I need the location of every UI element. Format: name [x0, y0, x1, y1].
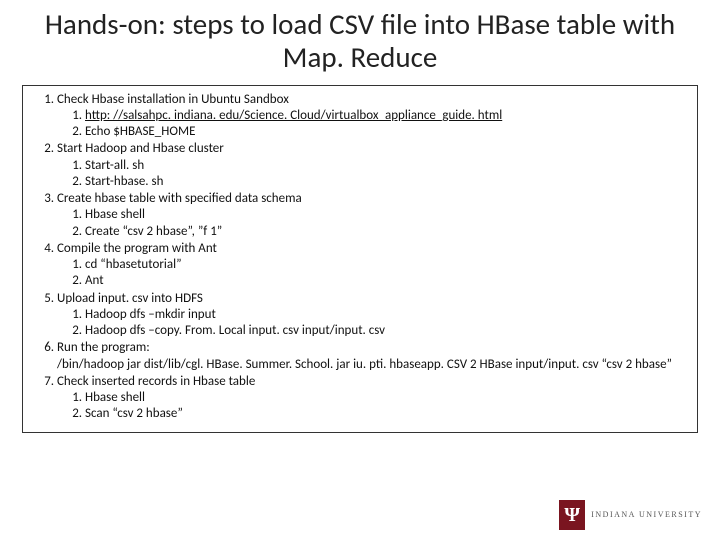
- step-4-sub: cd “hbasetutorial” Ant: [57, 257, 689, 290]
- step-6-cont: /bin/hadoop jar dist/lib/cgl. HBase. Sum…: [57, 357, 672, 372]
- step-1-2: Echo $HBASE_HOME: [85, 124, 689, 140]
- step-1-text: Check Hbase installation in Ubuntu Sandb…: [57, 92, 289, 107]
- steps-list: Check Hbase installation in Ubuntu Sandb…: [31, 92, 689, 423]
- step-1-1: http: //salsahpc. indiana. edu/Science. …: [85, 108, 689, 124]
- university-name: INDIANA UNIVERSITY: [591, 511, 702, 519]
- step-5-2: Hadoop dfs –copy. From. Local input. csv…: [85, 323, 689, 339]
- step-4-2: Ant: [85, 273, 689, 289]
- step-6: Run the program: /bin/hadoop jar dist/li…: [57, 340, 689, 373]
- step-3-1: Hbase shell: [85, 207, 689, 223]
- step-3-text: Create hbase table with specified data s…: [57, 191, 302, 206]
- step-2-2: Start-hbase. sh: [85, 174, 689, 190]
- step-2-text: Start Hadoop and Hbase cluster: [57, 141, 224, 156]
- step-7-1: Hbase shell: [85, 390, 689, 406]
- step-3: Create hbase table with specified data s…: [57, 191, 689, 240]
- step-7-text: Check inserted records in Hbase table: [57, 374, 255, 389]
- step-5-sub: Hadoop dfs –mkdir input Hadoop dfs –copy…: [57, 307, 689, 340]
- step-1-1-link[interactable]: http: //salsahpc. indiana. edu/Science. …: [85, 108, 502, 123]
- step-5-text: Upload input. csv into HDFS: [57, 291, 203, 306]
- step-4: Compile the program with Ant cd “hbasetu…: [57, 241, 689, 290]
- step-2-sub: Start-all. sh Start-hbase. sh: [57, 158, 689, 191]
- iu-trident-glyph: Ψ: [564, 505, 580, 525]
- step-5: Upload input. csv into HDFS Hadoop dfs –…: [57, 291, 689, 340]
- step-1: Check Hbase installation in Ubuntu Sandb…: [57, 92, 689, 141]
- step-7-2: Scan “csv 2 hbase”: [85, 406, 689, 422]
- step-5-1: Hadoop dfs –mkdir input: [85, 307, 689, 323]
- university-logo: Ψ INDIANA UNIVERSITY: [559, 500, 702, 530]
- step-4-1: cd “hbasetutorial”: [85, 257, 689, 273]
- step-3-2: Create “csv 2 hbase”, ”f 1”: [85, 224, 689, 240]
- slide-title: Hands-on: steps to load CSV file into HB…: [0, 0, 720, 79]
- iu-trident-icon: Ψ: [559, 500, 585, 530]
- step-7-sub: Hbase shell Scan “csv 2 hbase”: [57, 390, 689, 423]
- step-6-text: Run the program:: [57, 340, 150, 355]
- step-2-1: Start-all. sh: [85, 158, 689, 174]
- step-1-sub: http: //salsahpc. indiana. edu/Science. …: [57, 108, 689, 141]
- steps-box: Check Hbase installation in Ubuntu Sandb…: [22, 85, 698, 433]
- step-2: Start Hadoop and Hbase cluster Start-all…: [57, 141, 689, 190]
- step-3-sub: Hbase shell Create “csv 2 hbase”, ”f 1”: [57, 207, 689, 240]
- step-7: Check inserted records in Hbase table Hb…: [57, 374, 689, 423]
- step-4-text: Compile the program with Ant: [57, 241, 217, 256]
